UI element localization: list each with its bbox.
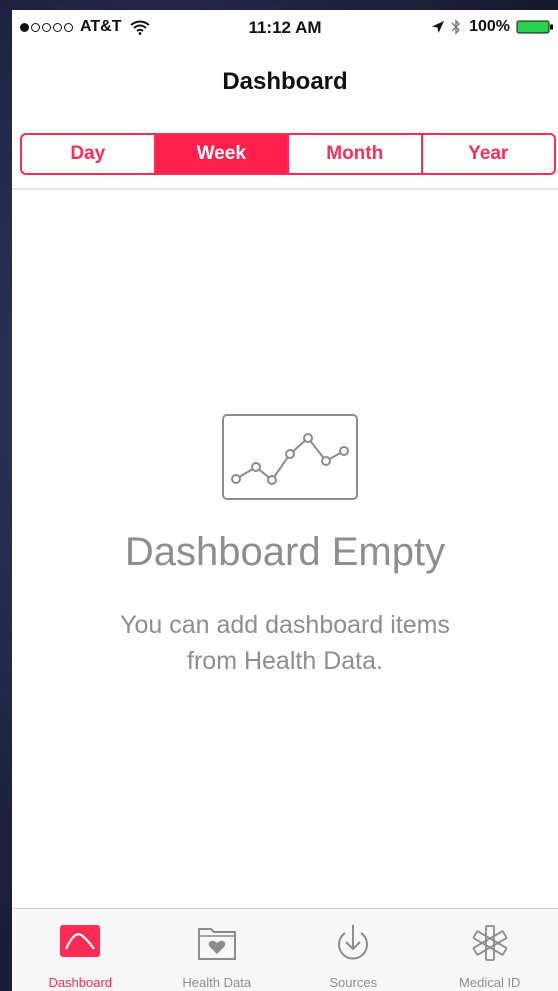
bluetooth-icon — [451, 19, 461, 35]
sources-download-icon — [338, 925, 369, 960]
tab-bar: Dashboard Health Data Sources Medical ID — [12, 908, 558, 991]
health-data-folder-icon — [197, 928, 236, 960]
segment-day[interactable]: Day — [22, 135, 154, 173]
tab-health-data[interactable]: Health Data — [149, 909, 286, 991]
line-chart-icon — [222, 414, 358, 500]
tab-label: Dashboard — [48, 975, 113, 990]
phone-screen: AT&T 11:12 AM 100% Dashboard Day Week Mo… — [12, 10, 558, 991]
dashboard-chart-icon — [60, 925, 101, 957]
tab-dashboard[interactable]: Dashboard — [12, 909, 149, 991]
tab-sources[interactable]: Sources — [285, 909, 422, 991]
page-title: Dashboard — [222, 68, 348, 95]
location-arrow-icon — [432, 21, 445, 33]
empty-state-message-line: You can add dashboard items — [120, 611, 450, 639]
tab-label: Sources — [329, 975, 378, 990]
line-chart-graphic — [231, 433, 349, 485]
nav-divider — [12, 188, 558, 190]
tab-label: Medical ID — [459, 975, 521, 990]
segment-week[interactable]: Week — [153, 135, 287, 173]
empty-state-title: Dashboard Empty — [124, 530, 446, 574]
battery-percentage: 100% — [469, 18, 510, 35]
empty-state-message: You can add dashboard items from Health … — [12, 607, 558, 679]
status-bar: AT&T 11:12 AM 100% — [12, 10, 558, 46]
segment-month[interactable]: Month — [287, 135, 421, 173]
medical-id-star-icon — [472, 925, 508, 961]
time-range-segmented-control: Day Week Month Year — [20, 133, 556, 175]
status-right: 100% — [431, 18, 556, 36]
tab-label: Health Data — [182, 975, 252, 990]
empty-state-message-line: from Health Data. — [187, 647, 383, 675]
segment-year[interactable]: Year — [420, 135, 555, 173]
tab-medical-id[interactable]: Medical ID — [422, 909, 558, 991]
battery-icon — [516, 20, 553, 34]
